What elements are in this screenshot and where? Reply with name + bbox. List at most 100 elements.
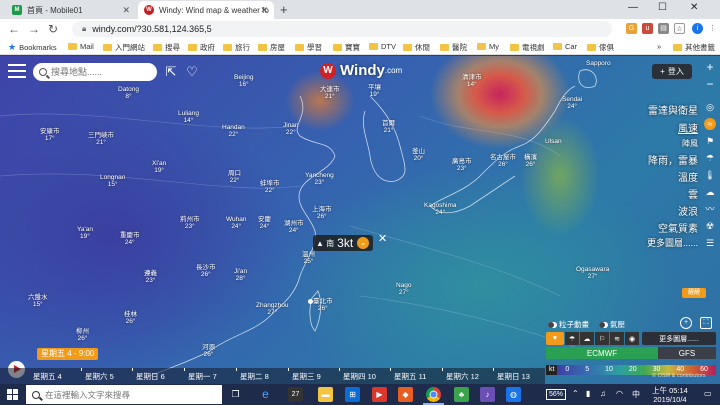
city-label[interactable]: 長沙市 26° xyxy=(196,264,216,278)
city-label[interactable]: 橫濱 26° xyxy=(524,154,537,168)
forward-arrow-icon[interactable]: → xyxy=(28,22,40,36)
overlay-more-button[interactable]: 更多圖層...... xyxy=(642,332,716,345)
taskbar-search[interactable] xyxy=(26,385,222,404)
tabs-extension-icon[interactable]: ▤ xyxy=(658,23,669,34)
reload-icon[interactable]: ↻ xyxy=(48,22,58,36)
city-label[interactable]: 桂林 26° xyxy=(124,311,137,325)
wind-overlay-icon[interactable]: ♥ xyxy=(546,332,564,345)
layer-clouds[interactable]: 雲 xyxy=(688,186,698,201)
url-field[interactable]: 🔒︎ windy.com/?30.581,124.365,5 xyxy=(72,21,612,37)
bookmark-folder[interactable]: 傢俱 xyxy=(587,42,614,53)
particles-toggle[interactable]: 粒子動畫 xyxy=(548,319,589,330)
layer-temperature[interactable]: 溫度 xyxy=(678,169,698,184)
profile-avatar[interactable]: i xyxy=(692,23,703,34)
store-icon[interactable]: ⊞ xyxy=(345,387,360,402)
city-label[interactable]: 周口 22° xyxy=(228,170,241,184)
layer-waves[interactable]: 波浪 xyxy=(678,203,698,218)
city-label[interactable]: 首爾 21° xyxy=(382,120,395,134)
timeline-day[interactable]: 星期二 8 xyxy=(240,371,269,382)
timeline-day[interactable]: 星期六 5 xyxy=(85,371,114,382)
city-label[interactable]: 六盤水 15° xyxy=(28,294,48,308)
city-label[interactable]: 清津市 14° xyxy=(462,74,482,88)
layer-air-quality[interactable]: 空氣質素 xyxy=(658,220,698,235)
close-tab-icon[interactable]: ✕ xyxy=(260,5,268,16)
city-label[interactable]: Xi'an 19° xyxy=(152,160,166,174)
city-label[interactable]: Wuhan 24° xyxy=(226,216,246,230)
city-label[interactable]: 遵義 23° xyxy=(144,270,157,284)
layer-wind[interactable]: 風速 xyxy=(678,120,698,135)
app-icon[interactable]: ◆ xyxy=(398,387,413,402)
waves-icon[interactable]: 〰 xyxy=(704,203,716,215)
city-label[interactable]: 荊州市 23° xyxy=(180,216,200,230)
layer-gust[interactable]: 陣風 xyxy=(682,138,698,149)
city-label[interactable]: Kagoshima 24° xyxy=(424,202,457,216)
city-label[interactable]: Ogasawara 27° xyxy=(576,266,609,280)
city-label[interactable]: 柳州 26° xyxy=(76,328,89,342)
wifi-icon[interactable]: ◠ xyxy=(616,389,623,398)
city-label[interactable]: 安康市 17° xyxy=(40,128,60,142)
city-label[interactable]: 湖州市 24° xyxy=(284,220,304,234)
city-label[interactable]: Ulsan xyxy=(545,138,562,145)
timeline-day[interactable]: 星期五 4 xyxy=(33,371,62,382)
rain-overlay-icon[interactable]: ☂ xyxy=(565,332,579,345)
zoom-out-button[interactable]: − xyxy=(704,78,716,90)
bookmark-folder[interactable]: 旅行 xyxy=(223,42,250,53)
app-icon[interactable]: ▶ xyxy=(372,387,387,402)
wind-value-popup[interactable]: ▲ 南 3kt ⌄ xyxy=(313,235,374,251)
fullscreen-icon[interactable]: ⛶ xyxy=(700,317,712,329)
bookmark-folder[interactable]: Car xyxy=(553,42,577,51)
bookmark-bookmarks[interactable]: ★ Bookmarks xyxy=(8,42,57,53)
bookmark-folder[interactable]: 政府 xyxy=(188,42,215,53)
city-label[interactable]: 溫州 25° xyxy=(302,251,315,265)
city-label[interactable]: 三門峽市 21° xyxy=(88,132,114,146)
bookmark-folder[interactable]: 搜尋 xyxy=(153,42,180,53)
chrome-icon[interactable] xyxy=(423,387,444,405)
tab-windy[interactable]: W Windy: Wind map & weather fo ✕ xyxy=(138,1,274,19)
cloud-overlay-icon[interactable]: ☁ xyxy=(580,332,594,345)
search-input[interactable] xyxy=(51,67,147,77)
cloud-icon[interactable]: ☁ xyxy=(704,186,716,198)
bookmark-folder[interactable]: My xyxy=(477,42,499,51)
tab-mobile01[interactable]: M 首頁 - Mobile01 ✕ xyxy=(6,1,136,19)
city-label[interactable]: Ji'an 28° xyxy=(234,268,247,282)
city-label[interactable]: Sendai 24° xyxy=(562,96,582,110)
edge-icon[interactable]: e xyxy=(258,387,273,402)
favorite-heart-icon[interactable]: ♡ xyxy=(185,65,199,79)
bookmark-folder[interactable]: 學習 xyxy=(295,42,322,53)
temperature-icon[interactable]: 🌡︎ xyxy=(704,169,716,181)
city-label[interactable]: 蚌埠市 22° xyxy=(260,180,280,194)
radar-icon[interactable]: ◎ xyxy=(704,101,716,113)
pressure-toggle[interactable]: 氣壓 xyxy=(599,319,625,330)
city-label[interactable]: Luliang 14° xyxy=(178,110,199,124)
tray-up-arrow-icon[interactable]: ⌃ xyxy=(572,389,579,398)
timeline-day[interactable]: 星期四 10 xyxy=(343,371,376,382)
bookmarks-more-button[interactable]: » xyxy=(657,42,661,51)
new-tab-button[interactable]: + xyxy=(280,2,288,17)
file-explorer-icon[interactable]: ▬ xyxy=(318,387,333,402)
volume-icon[interactable]: ♫ xyxy=(600,389,606,398)
timeline-day[interactable]: 星期日 13 xyxy=(497,371,530,382)
taskbar-search-input[interactable] xyxy=(45,389,205,400)
task-view-icon[interactable]: ❐ xyxy=(228,387,243,402)
bookmark-folder[interactable]: 醫院 xyxy=(440,42,467,53)
bookmark-folder[interactable]: 寶寶 xyxy=(333,42,360,53)
layer-rain-thunder[interactable]: 降雨，雷暴 xyxy=(648,152,698,167)
timeline-day[interactable]: 星期日 6 xyxy=(136,371,165,382)
locate-icon[interactable]: + xyxy=(680,317,692,329)
air-quality-icon[interactable]: ☢ xyxy=(704,220,716,232)
weather-map[interactable]: Datong 8° Beijing 16° Luliang 14° Handan 22°… xyxy=(0,56,720,384)
app-icon[interactable]: ♪ xyxy=(480,387,495,402)
battery-indicator[interactable]: 56% xyxy=(546,389,566,400)
city-label[interactable]: 名古屋市 26° xyxy=(490,154,516,168)
city-label[interactable]: Beijing 16° xyxy=(234,74,254,88)
bookmark-folder[interactable]: 入門網站 xyxy=(103,42,145,53)
city-label[interactable]: 河源 26° xyxy=(202,344,215,358)
close-tab-icon[interactable]: ✕ xyxy=(122,5,130,16)
city-label[interactable]: 安慶 24° xyxy=(258,216,271,230)
timeline[interactable]: 星期五 4 星期六 5 星期日 6 星期一 7 星期二 8 星期三 9 星期四 … xyxy=(0,368,545,384)
city-label[interactable]: 釜山 20° xyxy=(412,148,425,162)
city-label[interactable]: 平壤 19° xyxy=(368,84,381,98)
bookmark-folder[interactable]: 房屋 xyxy=(258,42,285,53)
bookmark-folder[interactable]: DTV xyxy=(369,42,396,51)
layer-radar-satellite[interactable]: 雷達與衛星 xyxy=(648,102,698,117)
